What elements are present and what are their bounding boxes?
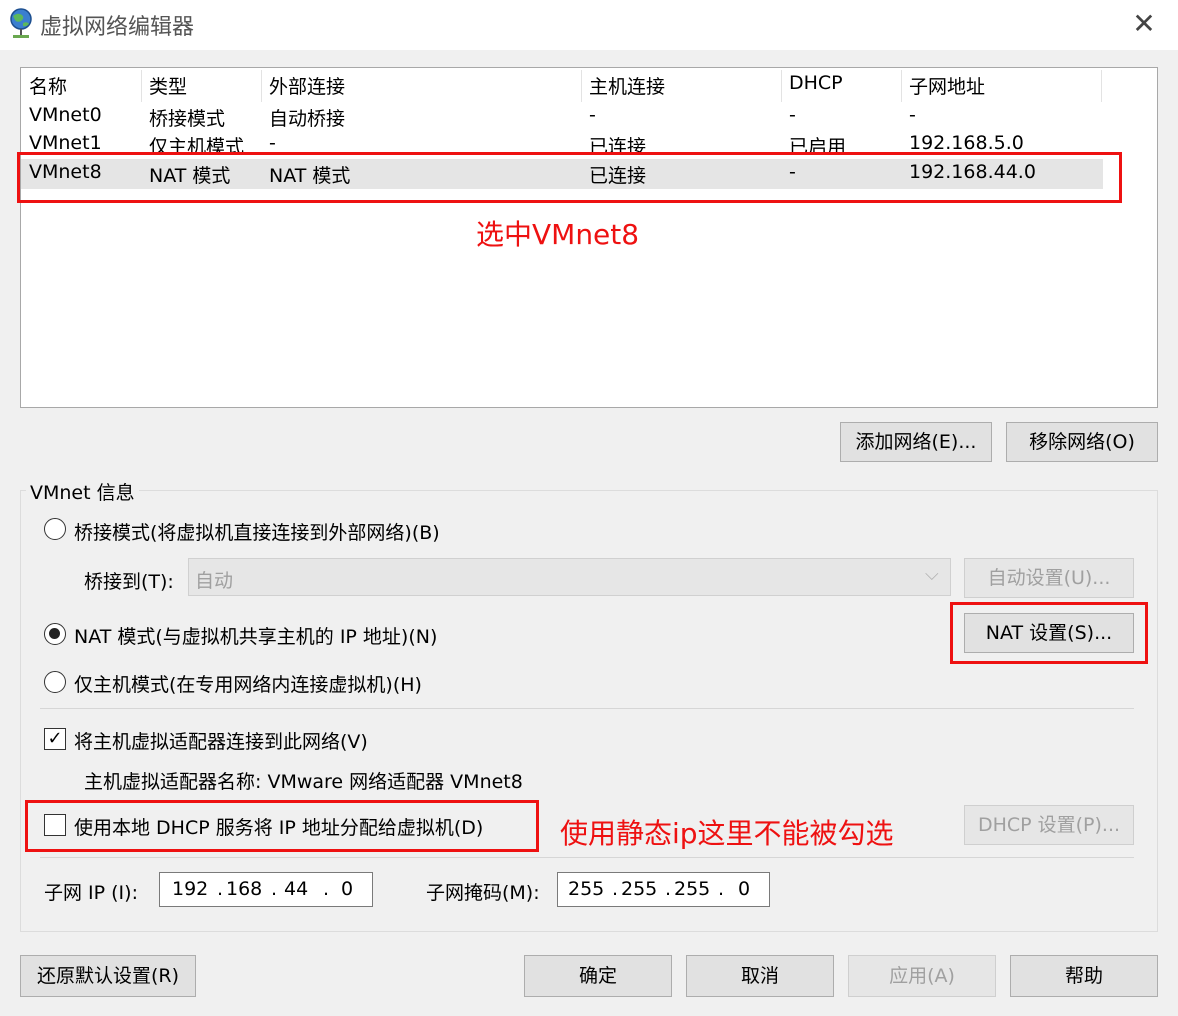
cell-external: 自动桥接 [269,108,346,130]
divider [40,708,1134,709]
mask-octet: 255 [568,878,605,900]
mask-dot: . [612,878,619,900]
vmnet-info-label: VMnet 信息 [26,478,139,505]
mask-dot: . [665,878,672,900]
add-network-button[interactable]: 添加网络(E)... [840,422,992,462]
column-divider[interactable] [261,70,262,102]
bridge-mode-radio[interactable] [44,518,66,540]
column-divider[interactable] [781,70,782,102]
cell-subnet: 192.168.5.0 [909,132,1024,154]
cell-host: - [589,104,596,126]
mask-octet: 0 [738,878,751,900]
cell-dhcp: - [789,104,796,126]
bridge-mode-label[interactable]: 桥接模式(将虚拟机直接连接到外部网络)(B) [74,518,440,545]
column-divider[interactable] [1101,70,1102,102]
host-only-mode-radio[interactable] [44,671,66,693]
column-divider[interactable] [901,70,902,102]
auto-settings-button[interactable]: 自动设置(U)... [964,558,1134,598]
restore-defaults-button[interactable]: 还原默认设置(R) [20,955,196,997]
divider [40,857,1134,858]
cell-type: 桥接模式 [149,108,226,130]
bridge-to-label: 桥接到(T): [84,571,174,593]
ok-button[interactable]: 确定 [524,955,672,997]
dhcp-settings-button[interactable]: DHCP 设置(P)... [964,805,1134,845]
ip-octet: 44 [284,878,309,900]
connect-adapter-checkbox[interactable]: ✓ [44,728,66,750]
subnet-ip-label: 子网 IP (I): [44,882,138,904]
mask-dot: . [718,878,725,900]
ip-octet: 0 [341,878,354,900]
vmnet-info-group [20,490,1158,932]
annotation-static-ip-note: 使用静态ip这里不能被勾选 [560,817,894,850]
chevron-down-icon: ⌵ [925,564,939,585]
subnet-mask-input[interactable]: 255 . 255 . 255 . 0 [557,872,770,907]
adapter-name-text: 主机虚拟适配器名称: VMware 网络适配器 VMnet8 [84,771,523,793]
subnet-ip-input[interactable]: 192 . 168 . 44 . 0 [159,872,373,907]
annotation-highlight-vmnet8 [17,152,1122,203]
window-title: 虚拟网络编辑器 [40,15,195,40]
ip-dot: . [323,878,330,900]
annotation-select-vmnet8: 选中VMnet8 [476,218,640,251]
ip-dot: . [217,878,224,900]
cell-subnet: - [909,104,916,126]
subnet-mask-label: 子网掩码(M): [426,882,540,904]
remove-network-button[interactable]: 移除网络(O) [1006,422,1158,462]
cell-external: - [269,132,276,154]
column-header-host[interactable]: 主机连接 [589,72,665,99]
nat-mode-radio[interactable] [44,623,66,645]
column-header-name[interactable]: 名称 [29,72,67,99]
apply-button[interactable]: 应用(A) [848,955,996,997]
ip-dot: . [271,878,278,900]
cell-name: VMnet1 [29,132,102,154]
cell-name: VMnet0 [29,104,102,126]
ip-octet: 168 [226,878,263,900]
column-header-type[interactable]: 类型 [149,72,187,99]
table-row-vmnet0[interactable]: VMnet0 桥接模式 自动桥接 - - - [21,102,1103,132]
bridge-to-value: 自动 [195,570,234,592]
globe-network-icon [8,7,34,41]
annotation-highlight-nat-settings [950,602,1148,664]
close-icon[interactable]: ✕ [1128,8,1160,40]
host-only-mode-label[interactable]: 仅主机模式(在专用网络内连接虚拟机)(H) [74,670,422,697]
mask-octet: 255 [621,878,658,900]
column-divider[interactable] [141,70,142,102]
column-header-subnet[interactable]: 子网地址 [909,72,985,99]
column-divider[interactable] [581,70,582,102]
cancel-button[interactable]: 取消 [686,955,834,997]
mask-octet: 255 [674,878,711,900]
ip-octet: 192 [172,878,209,900]
column-header-dhcp[interactable]: DHCP [789,72,843,94]
column-header-external[interactable]: 外部连接 [269,72,345,99]
help-button[interactable]: 帮助 [1010,955,1158,997]
nat-mode-label[interactable]: NAT 模式(与虚拟机共享主机的 IP 地址)(N) [74,622,437,649]
annotation-highlight-dhcp [25,800,539,852]
connect-adapter-label[interactable]: 将主机虚拟适配器连接到此网络(V) [74,727,368,754]
bridge-to-select[interactable]: 自动 ⌵ [188,558,951,596]
